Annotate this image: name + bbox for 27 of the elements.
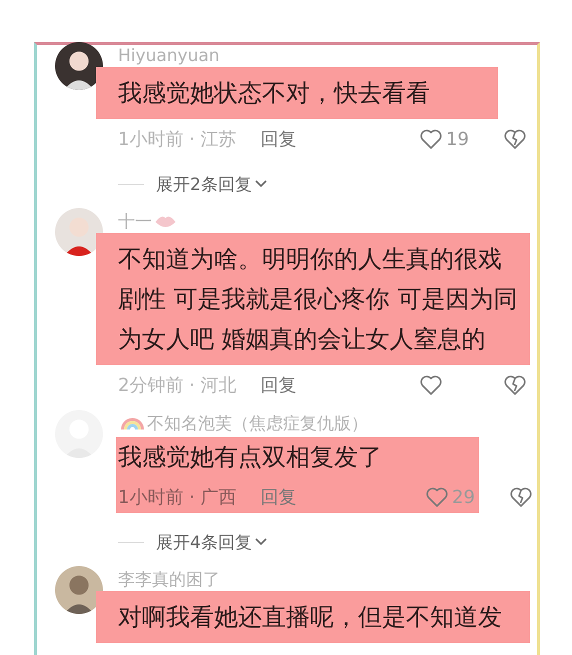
like-count: 29 — [452, 486, 475, 508]
broken-heart-icon[interactable] — [509, 486, 533, 508]
user-name[interactable]: 不知名泡芙（焦虑症复仇版） — [147, 413, 368, 435]
comment-text: 不知道为啥。明明你的人生真的很戏剧性 可是我就是很心疼你 可是因为同为女人吧 婚姻真的会让女人窒息的 — [96, 233, 530, 365]
chevron-down-icon[interactable] — [254, 180, 267, 188]
comment-text: 我感觉她有点双相复发了 — [118, 442, 383, 473]
expand-replies-link[interactable]: 展开2条回复 — [156, 172, 252, 196]
time-location: 2分钟前 · 河北 — [118, 374, 237, 397]
user-name[interactable]: 李李真的困了 — [118, 569, 220, 591]
comment-text: 我感觉她状态不对，快去看看 — [96, 67, 498, 119]
rainbow-icon — [121, 418, 144, 430]
time-location: 1小时前 · 广西 — [118, 486, 237, 509]
like-count: 19 — [446, 128, 469, 150]
reply-link[interactable]: 回复 — [260, 373, 297, 397]
comment-text: 对啊我看她还直播呢，但是不知道发 — [96, 591, 530, 643]
broken-heart-icon[interactable] — [503, 374, 527, 396]
expand-replies-link[interactable]: 展开4条回复 — [156, 530, 252, 554]
time-location: 1小时前 · 江苏 — [118, 128, 237, 151]
reply-link[interactable]: 回复 — [260, 485, 297, 509]
chevron-down-icon[interactable] — [254, 538, 267, 546]
user-name[interactable]: 十一 — [118, 211, 152, 233]
user-name[interactable]: Hiyuanyuan — [118, 45, 220, 67]
lips-icon — [155, 216, 176, 228]
reply-link[interactable]: 回复 — [260, 127, 297, 151]
broken-heart-icon[interactable] — [503, 128, 527, 150]
heart-icon[interactable] — [419, 374, 443, 396]
heart-icon[interactable] — [419, 128, 443, 150]
